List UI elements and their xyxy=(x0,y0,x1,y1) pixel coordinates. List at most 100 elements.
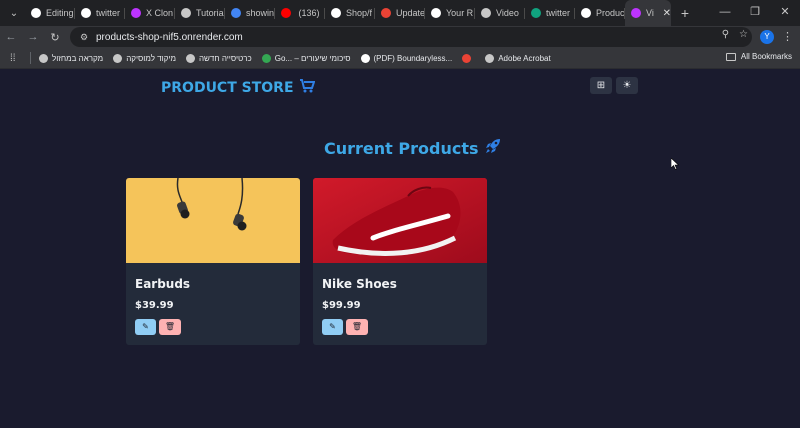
zoom-search-icon[interactable]: ⚲ xyxy=(722,29,729,40)
tab-label: Your R xyxy=(446,8,474,18)
tab-label: Produc xyxy=(596,8,625,18)
browser-tab[interactable]: Shop/f xyxy=(325,2,375,24)
browser-tab[interactable]: twitter xyxy=(75,2,125,24)
bookmark-favicon-icon xyxy=(39,53,48,63)
tab-search-icon[interactable]: ⌄ xyxy=(3,2,25,24)
tab-strip: ⌄ Editing twitter X Clon Tutoria showin ‏(136… xyxy=(0,0,800,26)
tab-label: Editing xyxy=(46,8,74,18)
close-tab-icon[interactable]: ✕ xyxy=(663,8,671,19)
edit-icon: ✎ xyxy=(142,322,149,331)
render-icon xyxy=(581,8,591,18)
trash-icon: 🗑 xyxy=(164,322,176,331)
bookmark-label: מקראה במחזול xyxy=(52,53,104,63)
bookmark-label: Go... – סיכומי שיעורים xyxy=(274,53,351,63)
bookmark-favicon-icon xyxy=(485,53,495,63)
product-image-nike-shoes xyxy=(313,178,487,263)
browser-tab[interactable]: Produc xyxy=(575,2,625,24)
bookmark-item[interactable]: (PDF) Boundaryless... xyxy=(360,53,453,63)
bookmark-item[interactable]: מקראה במחזול xyxy=(39,53,104,63)
edit-icon: ✎ xyxy=(329,322,336,331)
browser-tab[interactable]: X Clon xyxy=(125,2,175,24)
page-content: PRODUCT STORE ⊞ ☀ Current Products Earbu… xyxy=(0,70,800,428)
product-card: Earbuds $39.99 ✎ 🗑 xyxy=(126,178,300,345)
vite-icon xyxy=(631,8,641,18)
url-text[interactable]: products-shop-nif5.onrender.com xyxy=(96,32,243,43)
browser-toolbar: ← → ↻ ⚙ products-shop-nif5.onrender.com … xyxy=(0,26,800,48)
menu-kebab-icon[interactable]: ⋮ xyxy=(782,30,793,43)
product-name: Nike Shoes xyxy=(322,277,397,291)
forward-icon[interactable]: → xyxy=(22,31,44,43)
edit-button[interactable]: ✎ xyxy=(322,319,343,335)
address-bar[interactable]: ⚙ products-shop-nif5.onrender.com ⚲ ☆ xyxy=(70,27,752,47)
chatgpt-icon xyxy=(531,8,541,18)
gmail-icon xyxy=(381,8,391,18)
bookmark-item[interactable] xyxy=(462,53,475,63)
rocket-icon xyxy=(484,137,502,159)
tab-label: showin xyxy=(246,8,275,18)
site-info-icon[interactable]: ⚙ xyxy=(78,31,90,43)
tab-label: Tutoria xyxy=(196,8,224,18)
browser-tab[interactable]: Update xyxy=(375,2,425,24)
delete-button[interactable]: 🗑 xyxy=(159,319,181,335)
bookmark-label: מיקוד למוסיקה xyxy=(126,53,176,63)
restore-icon[interactable]: ❐ xyxy=(740,0,770,26)
trash-icon: 🗑 xyxy=(351,322,363,331)
tabs: Editing twitter X Clon Tutoria showin ‏(136) … xyxy=(25,0,671,26)
globe-icon xyxy=(181,8,191,18)
tab-label: Update xyxy=(396,8,425,18)
browser-tab[interactable]: Your R xyxy=(425,2,475,24)
browser-tab[interactable]: showin xyxy=(225,2,275,24)
section-title-text: Current Products xyxy=(324,138,479,158)
back-icon[interactable]: ← xyxy=(0,31,22,43)
add-product-button[interactable]: ⊞ xyxy=(590,77,612,94)
bookmark-item[interactable]: מיקוד למוסיקה xyxy=(113,53,176,63)
delete-button[interactable]: 🗑 xyxy=(346,319,368,335)
all-bookmarks[interactable]: All Bookmarks xyxy=(725,52,792,61)
browser-tab[interactable]: Tutoria xyxy=(175,2,225,24)
bookmarks-divider xyxy=(30,52,31,64)
bookmark-favicon-icon xyxy=(113,53,123,63)
browser-tab[interactable]: Video xyxy=(475,2,525,24)
browser-tab[interactable]: twitter xyxy=(525,2,575,24)
profile-avatar[interactable]: Y xyxy=(760,30,774,44)
bookmark-item[interactable]: Go... – סיכומי שיעורים xyxy=(261,53,351,63)
bookmark-list: מקראה במחזול מיקוד למוסיקה כרטיסייה חדשה Go… xyxy=(39,53,561,63)
github-icon xyxy=(31,8,41,18)
minimize-icon[interactable]: — xyxy=(710,0,740,26)
edit-button[interactable]: ✎ xyxy=(135,319,156,335)
shopping-cart-icon xyxy=(299,79,315,97)
video-icon xyxy=(481,8,491,18)
new-tab-icon[interactable]: + xyxy=(675,5,695,21)
bookmarks-bar: ⁞⁞ מקראה במחזול מיקוד למוסיקה כרטיסייה חדש… xyxy=(0,48,800,69)
product-image-earbuds xyxy=(126,178,300,263)
bookmark-label: כרטיסייה חדשה xyxy=(198,53,252,63)
github-icon xyxy=(431,8,441,18)
bookmark-item[interactable]: Adobe Acrobat xyxy=(485,53,551,63)
browser-tab[interactable]: Editing xyxy=(25,2,75,24)
bookmark-favicon-icon xyxy=(261,53,271,63)
product-name: Earbuds xyxy=(135,277,191,291)
tab-label: Vi xyxy=(646,8,654,18)
all-bookmarks-label: All Bookmarks xyxy=(740,52,792,61)
bookmark-favicon-icon xyxy=(185,53,195,63)
section-title: Current Products xyxy=(324,137,502,159)
theme-toggle-button[interactable]: ☀ xyxy=(616,77,638,94)
vite-icon xyxy=(131,8,141,18)
bookmark-label: (PDF) Boundaryless... xyxy=(373,53,453,63)
browser-tab[interactable]: ‏(136) ‏ xyxy=(275,2,325,24)
bookmark-favicon-icon xyxy=(462,53,472,63)
apps-grid-icon[interactable]: ⁞⁞ xyxy=(10,53,24,64)
bookmark-label: Adobe Acrobat xyxy=(498,53,551,63)
close-window-icon[interactable]: ✕ xyxy=(770,0,800,26)
render-icon xyxy=(81,8,91,18)
github-icon xyxy=(331,8,341,18)
brand-link[interactable]: PRODUCT STORE xyxy=(161,79,315,97)
browser-tab[interactable]: Vi ✕ xyxy=(625,0,671,26)
product-price: $39.99 xyxy=(135,300,174,311)
mouse-cursor-icon xyxy=(671,158,679,170)
tab-label: Shop/f xyxy=(346,8,373,18)
tab-label: X Clon xyxy=(146,8,174,18)
bookmark-star-icon[interactable]: ☆ xyxy=(739,29,748,40)
bookmark-item[interactable]: כרטיסייה חדשה xyxy=(185,53,252,63)
reload-icon[interactable]: ↻ xyxy=(44,31,66,44)
